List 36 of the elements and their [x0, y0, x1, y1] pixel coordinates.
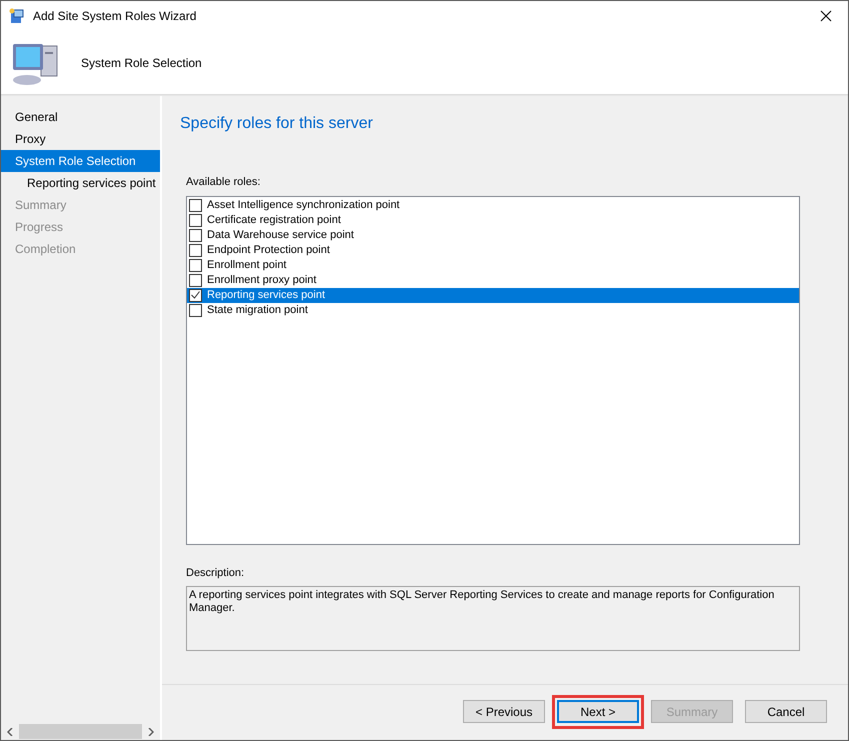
wizard-button[interactable]: Cancel — [745, 700, 827, 723]
role-item[interactable]: Reporting services point — [187, 288, 799, 302]
field-label: Available roles: — [186, 175, 262, 190]
checkbox[interactable] — [189, 214, 202, 226]
role-item[interactable]: Enrollment point — [187, 258, 799, 272]
wizard-step[interactable]: System Role Selection — [1, 150, 160, 172]
description-box: A reporting services point integrates with SQL Server Reporting Services to create and manage reports for Configuration Manager. — [186, 586, 800, 651]
checkbox[interactable] — [189, 304, 202, 316]
wizard-step[interactable]: Reporting services point — [1, 172, 160, 194]
page-title: Specify roles for this server — [180, 114, 374, 134]
role-item[interactable]: Data Warehouse service point — [187, 228, 799, 242]
checkbox[interactable] — [189, 258, 202, 272]
checkbox[interactable] — [189, 228, 202, 242]
wizard-step[interactable]: General — [1, 106, 160, 128]
wizard-icon — [9, 8, 25, 24]
check-icon — [191, 291, 200, 299]
wizard-button[interactable]: Next > — [557, 700, 639, 723]
checkbox[interactable] — [189, 274, 202, 286]
checkbox[interactable] — [189, 198, 202, 212]
field-label: Description: — [186, 566, 246, 580]
scroll-left-icon[interactable] — [7, 728, 13, 736]
role-item[interactable]: Certificate registration point — [187, 212, 799, 228]
role-item[interactable]: State migration point — [187, 302, 799, 318]
role-item[interactable]: Endpoint Protection point — [187, 242, 799, 258]
scrollbar-thumb[interactable] — [19, 724, 142, 739]
checkbox[interactable] — [189, 244, 202, 256]
checkbox[interactable] — [189, 288, 202, 302]
window-title: Add Site System Roles Wizard — [33, 8, 198, 25]
roles-list[interactable] — [186, 196, 800, 544]
scroll-right-icon[interactable] — [148, 728, 154, 736]
wizard-step[interactable]: Proxy — [1, 128, 160, 150]
role-item[interactable]: Enrollment proxy point — [187, 272, 799, 288]
role-item[interactable]: Asset Intelligence synchronization point — [187, 198, 799, 212]
page-header: System Role Selection — [81, 54, 202, 72]
close-icon[interactable] — [820, 10, 832, 22]
wizard-button[interactable]: < Previous — [463, 700, 545, 723]
